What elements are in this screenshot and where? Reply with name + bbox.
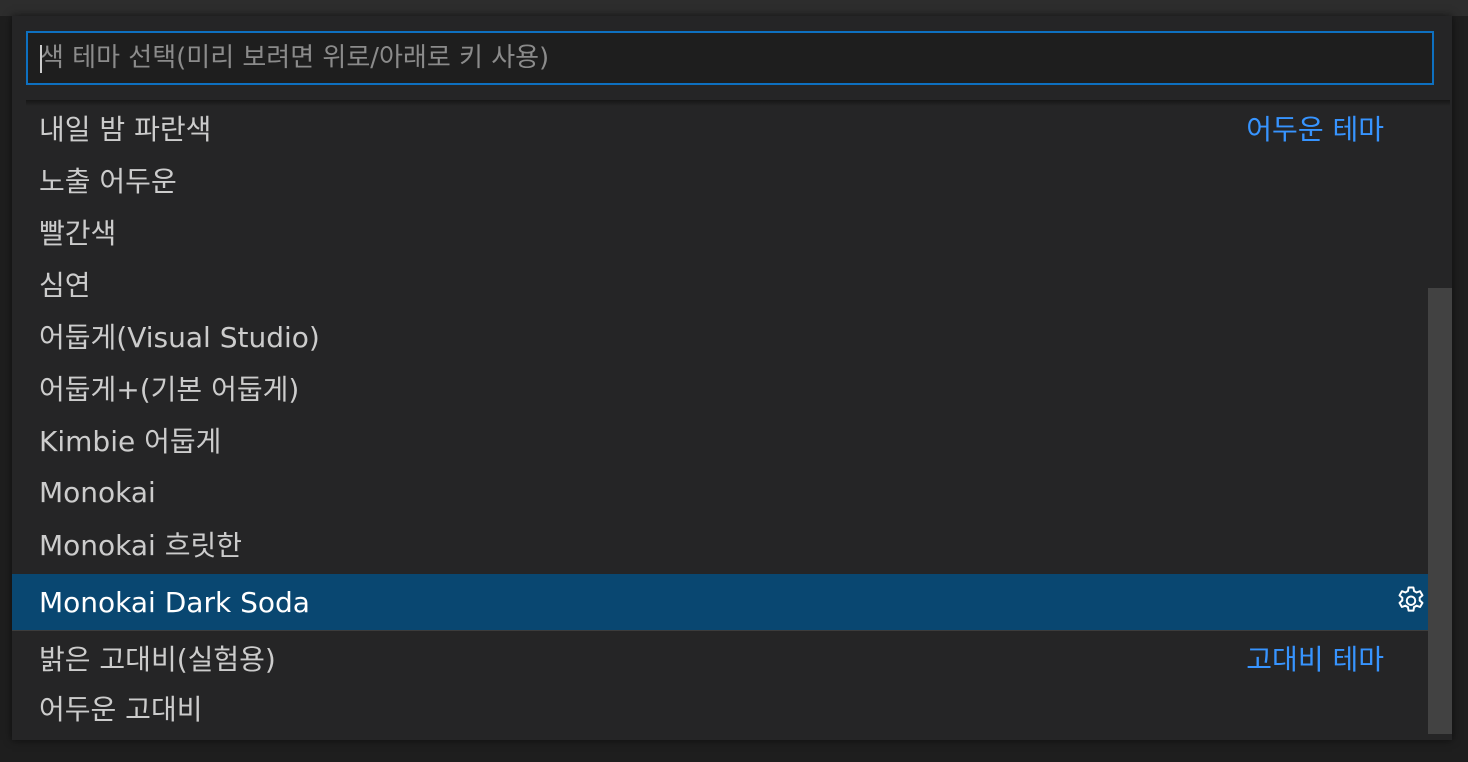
theme-item-label: Monokai 흐릿한: [39, 529, 243, 562]
editor-title-bar: [0, 0, 1468, 16]
theme-item[interactable]: 어두운 고대비: [12, 682, 1428, 734]
scrollbar-thumb[interactable]: [1428, 288, 1452, 734]
theme-item-label: 어둡게(Visual Studio): [39, 321, 320, 354]
separator-label-dark-themes: 어두운 테마: [1246, 113, 1384, 146]
theme-list: 내일 밤 파란색 어두운 테마 노출 어두운 빨간색 심연 어둡게(Visual…: [12, 102, 1452, 740]
theme-item[interactable]: 어둡게+(기본 어둡게): [12, 362, 1428, 414]
theme-item[interactable]: Monokai: [12, 466, 1428, 518]
separator-label-high-contrast-themes: 고대비 테마: [1246, 643, 1384, 676]
theme-item-label: 심연: [39, 269, 91, 302]
theme-item[interactable]: Monokai 흐릿한: [12, 518, 1428, 570]
theme-item-label: 노출 어두운: [39, 165, 177, 198]
theme-item-label: 어둡게+(기본 어둡게): [39, 373, 300, 406]
theme-item-label: 어두운 고대비: [39, 693, 203, 726]
theme-search-input[interactable]: [28, 33, 1432, 83]
theme-item[interactable]: 빨간색: [12, 206, 1428, 258]
separator-line: [12, 630, 1428, 631]
theme-item[interactable]: 심연: [12, 258, 1428, 310]
theme-item-label: 내일 밤 파란색: [39, 113, 212, 146]
theme-item[interactable]: 어둡게(Visual Studio): [12, 310, 1428, 362]
theme-item-label: Kimbie 어둡게: [39, 425, 222, 458]
gear-icon[interactable]: [1394, 584, 1428, 618]
theme-item-label: 빨간색: [39, 217, 117, 250]
theme-item[interactable]: 노출 어두운: [12, 154, 1428, 206]
text-caret: [40, 45, 42, 73]
theme-item-selected[interactable]: Monokai Dark Soda: [12, 574, 1452, 630]
theme-item[interactable]: 내일 밤 파란색 어두운 테마: [12, 102, 1428, 154]
theme-search-input-box[interactable]: [26, 31, 1434, 85]
theme-item-label: Monokai: [39, 475, 156, 509]
theme-item[interactable]: 밝은 고대비(실험용) 고대비 테마: [12, 632, 1428, 684]
quick-pick-widget: 내일 밤 파란색 어두운 테마 노출 어두운 빨간색 심연 어둡게(Visual…: [12, 16, 1452, 740]
theme-item-label: 밝은 고대비(실험용): [39, 643, 276, 676]
theme-item[interactable]: Kimbie 어둡게: [12, 414, 1428, 466]
theme-item-label: Monokai Dark Soda: [39, 585, 310, 619]
